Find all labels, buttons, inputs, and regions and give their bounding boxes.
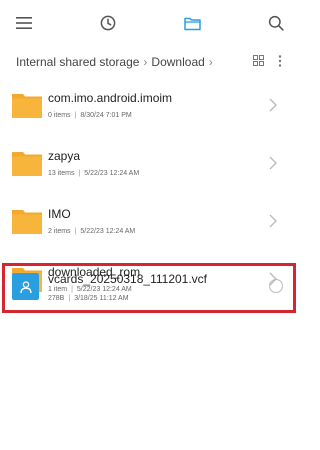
folder-icon bbox=[12, 152, 42, 176]
item-meta: 0 items | 8/30/24 7:01 PM bbox=[48, 112, 132, 119]
clock-icon bbox=[100, 15, 116, 31]
chevron-right-icon bbox=[269, 156, 277, 170]
item-name: com.imo.android.imoim bbox=[48, 91, 173, 105]
list-item[interactable]: zapya 13 items | 5/22/23 12:24 AM bbox=[0, 138, 300, 196]
breadcrumb-current[interactable]: Download bbox=[151, 55, 204, 69]
folder-icon bbox=[12, 94, 42, 118]
search-icon bbox=[268, 15, 284, 31]
menu-button[interactable] bbox=[10, 9, 38, 37]
menu-icon bbox=[16, 17, 32, 29]
breadcrumb-separator: › bbox=[208, 55, 213, 69]
recent-tab[interactable] bbox=[94, 9, 122, 37]
folder-icon bbox=[183, 17, 201, 30]
more-button[interactable] bbox=[278, 54, 282, 70]
item-name: IMO bbox=[48, 207, 71, 221]
item-name: zapya bbox=[48, 149, 81, 163]
item-meta: 2 items | 5/22/23 12:24 AM bbox=[48, 228, 136, 235]
chevron-right-icon bbox=[269, 98, 277, 112]
breadcrumb-actions bbox=[253, 46, 282, 78]
search-button[interactable] bbox=[262, 9, 290, 37]
breadcrumb: Internal shared storage › Download › bbox=[0, 46, 300, 78]
more-vertical-icon bbox=[278, 54, 282, 67]
grid-icon bbox=[253, 55, 264, 66]
list-item[interactable]: com.imo.android.imoim 0 items | 8/30/24 7:… bbox=[0, 80, 300, 138]
highlight-box bbox=[2, 263, 296, 313]
files-tab[interactable] bbox=[178, 9, 206, 37]
top-bar bbox=[0, 0, 300, 46]
item-meta: 13 items | 5/22/23 12:24 AM bbox=[48, 170, 140, 177]
breadcrumb-root[interactable]: Internal shared storage bbox=[16, 55, 139, 69]
list-item[interactable]: IMO 2 items | 5/22/23 12:24 AM bbox=[0, 196, 300, 254]
grid-view-button[interactable] bbox=[253, 55, 264, 69]
chevron-right-icon bbox=[269, 214, 277, 228]
breadcrumb-separator: › bbox=[143, 55, 148, 69]
folder-icon bbox=[12, 210, 42, 234]
